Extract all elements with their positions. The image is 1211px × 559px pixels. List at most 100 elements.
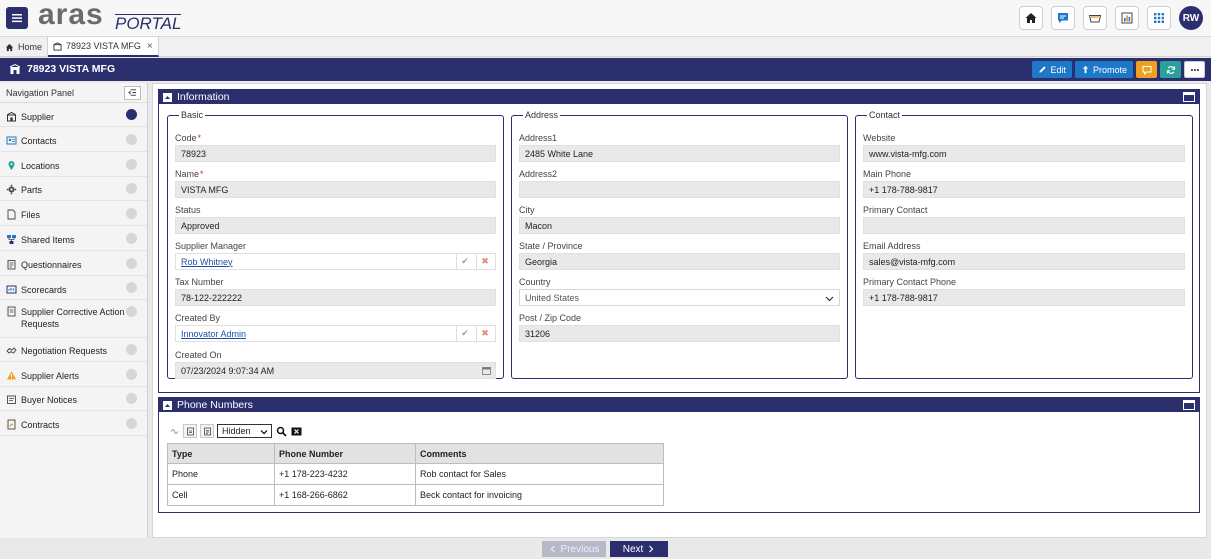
refresh-icon [1166, 65, 1175, 74]
supplier-manager-link[interactable]: Rob Whitney [181, 257, 233, 267]
sidebar-item-label: Questionnaires [21, 260, 82, 270]
table-row[interactable]: Phone +1 178-223-4232 Rob contact for Sa… [167, 463, 664, 485]
cell-phone-number[interactable]: +1 168-266-6862 [274, 484, 416, 506]
calendar-icon[interactable] [482, 366, 491, 375]
collapse-list-icon [128, 89, 137, 96]
chat-icon [1058, 13, 1068, 23]
cell-comments[interactable]: Beck contact for invoicing [415, 484, 664, 506]
edit-button[interactable]: Edit [1032, 61, 1072, 78]
sidebar-item-label: Contracts [21, 420, 60, 430]
country-select[interactable]: United States [519, 289, 840, 306]
main-menu-button[interactable] [6, 7, 28, 29]
sidebar-item-label: Parts [21, 185, 43, 195]
sidebar-item-contacts[interactable]: Contacts [0, 127, 147, 152]
more-actions-button[interactable] [1184, 61, 1205, 78]
name-input[interactable]: VISTA MFG [175, 181, 496, 198]
more-dots-icon [1190, 68, 1199, 71]
discussion-button[interactable] [1136, 61, 1157, 78]
reports-button[interactable] [1115, 6, 1139, 30]
status-indicator [126, 134, 137, 145]
address2-field: Address2 [519, 169, 840, 198]
table-row[interactable]: Cell +1 168-266-6862 Beck contact for in… [167, 484, 664, 506]
cell-type[interactable]: Phone [167, 463, 275, 485]
address1-input[interactable]: 2485 White Lane [519, 145, 840, 162]
cell-type[interactable]: Cell [167, 484, 275, 506]
tax-number-input[interactable]: 78-122-222222 [175, 289, 496, 306]
column-header-comments[interactable]: Comments [415, 443, 664, 464]
collapse-panel-button[interactable] [124, 85, 141, 100]
sidebar-item-questionnaires[interactable]: Questionnaires [0, 251, 147, 276]
email-input[interactable]: sales@vista-mfg.com [863, 253, 1185, 270]
apps-button[interactable] [1147, 6, 1171, 30]
clear-icon[interactable]: ✖ [476, 326, 493, 341]
website-input[interactable]: www.vista-mfg.com [863, 145, 1185, 162]
primary-contact-phone-input[interactable]: +1 178-788-9817 [863, 289, 1185, 306]
messages-button[interactable] [1051, 6, 1075, 30]
contract-icon [6, 419, 17, 430]
supplier-manager-input[interactable]: Rob Whitney ✔ ✖ [175, 253, 496, 270]
city-input[interactable]: Macon [519, 217, 840, 234]
cell-phone-number[interactable]: +1 178-223-4232 [274, 463, 416, 485]
sidebar-item-locations[interactable]: Locations [0, 152, 147, 177]
created-on-input[interactable]: 07/23/2024 9:07:34 AM [175, 362, 496, 379]
cell-comments[interactable]: Rob contact for Sales [415, 463, 664, 485]
clear-icon[interactable]: ✖ [476, 254, 493, 269]
state-input[interactable]: Georgia [519, 253, 840, 270]
code-input[interactable]: 78923 [175, 145, 496, 162]
sidebar-item-files[interactable]: Files [0, 201, 147, 226]
sidebar-item-supplier[interactable]: Supplier [0, 103, 147, 127]
phone-numbers-section-header[interactable]: Phone Numbers [159, 398, 1199, 412]
pick-row-button[interactable] [200, 424, 214, 438]
new-row-button[interactable] [183, 424, 197, 438]
sidebar-item-parts[interactable]: Parts [0, 177, 147, 201]
information-section-header[interactable]: Information [159, 90, 1199, 104]
address2-input[interactable] [519, 181, 840, 198]
zip-input[interactable]: 31206 [519, 325, 840, 342]
checkmark-icon[interactable]: ✔ [456, 254, 473, 269]
created-by-input[interactable]: Innovator Admin ✔ ✖ [175, 325, 496, 342]
sidebar-item-scorecards[interactable]: Scorecards [0, 276, 147, 300]
collapse-section-icon[interactable] [163, 400, 172, 410]
column-header-type[interactable]: Type [167, 443, 275, 464]
tab-supplier-item[interactable]: 78923 VISTA MFG × [48, 37, 159, 57]
tab-home[interactable]: Home [0, 37, 49, 57]
sidebar-item-contracts[interactable]: Contracts [0, 411, 147, 436]
phone-numbers-section-title: Phone Numbers [177, 399, 253, 411]
sidebar-item-negotiation-requests[interactable]: Negotiation Requests [0, 338, 147, 362]
column-header-phone-number[interactable]: Phone Number [274, 443, 416, 464]
item-title-bar: 78923 VISTA MFG Edit Promote [0, 58, 1211, 81]
created-on-label: Created On [175, 350, 222, 360]
maximize-section-icon[interactable] [1183, 92, 1195, 102]
user-avatar[interactable]: RW [1179, 6, 1203, 30]
checkmark-icon[interactable]: ✔ [456, 326, 473, 341]
main-phone-input[interactable]: +1 178-788-9817 [863, 181, 1185, 198]
sidebar-item-supplier-corrective-action-requests[interactable]: Supplier Corrective Action Requests [0, 300, 147, 338]
next-button[interactable]: Next [610, 541, 668, 557]
previous-button[interactable]: Previous [542, 541, 606, 557]
sidebar-item-supplier-alerts[interactable]: Supplier Alerts [0, 362, 147, 387]
promote-button[interactable]: Promote [1074, 61, 1133, 78]
search-icon[interactable] [275, 425, 287, 437]
close-tab-icon[interactable]: × [147, 41, 153, 52]
pager-footer: Previous Next [0, 538, 1211, 559]
home-button[interactable] [1019, 6, 1043, 30]
status-indicator [126, 233, 137, 244]
promote-button-label: Promote [1092, 64, 1127, 75]
maximize-section-icon[interactable] [1183, 400, 1195, 410]
collapse-section-icon[interactable] [163, 92, 172, 102]
primary-contact-label: Primary Contact [863, 205, 928, 215]
main-phone-label: Main Phone [863, 169, 912, 179]
refresh-button[interactable] [1160, 61, 1181, 78]
location-pin-icon [6, 160, 17, 171]
created-by-link[interactable]: Innovator Admin [181, 329, 246, 339]
link-icon[interactable] [168, 425, 180, 437]
navigation-panel-header: Navigation Panel [0, 83, 147, 103]
sidebar-item-shared-items[interactable]: Shared Items [0, 226, 147, 251]
city-label: City [519, 205, 535, 215]
sidebar-item-buyer-notices[interactable]: Buyer Notices [0, 387, 147, 411]
basket-button[interactable] [1083, 6, 1107, 30]
clear-search-icon[interactable] [290, 425, 302, 437]
view-mode-select[interactable]: Hidden [217, 424, 272, 438]
chevron-left-icon [550, 545, 555, 553]
primary-contact-input[interactable] [863, 217, 1185, 234]
